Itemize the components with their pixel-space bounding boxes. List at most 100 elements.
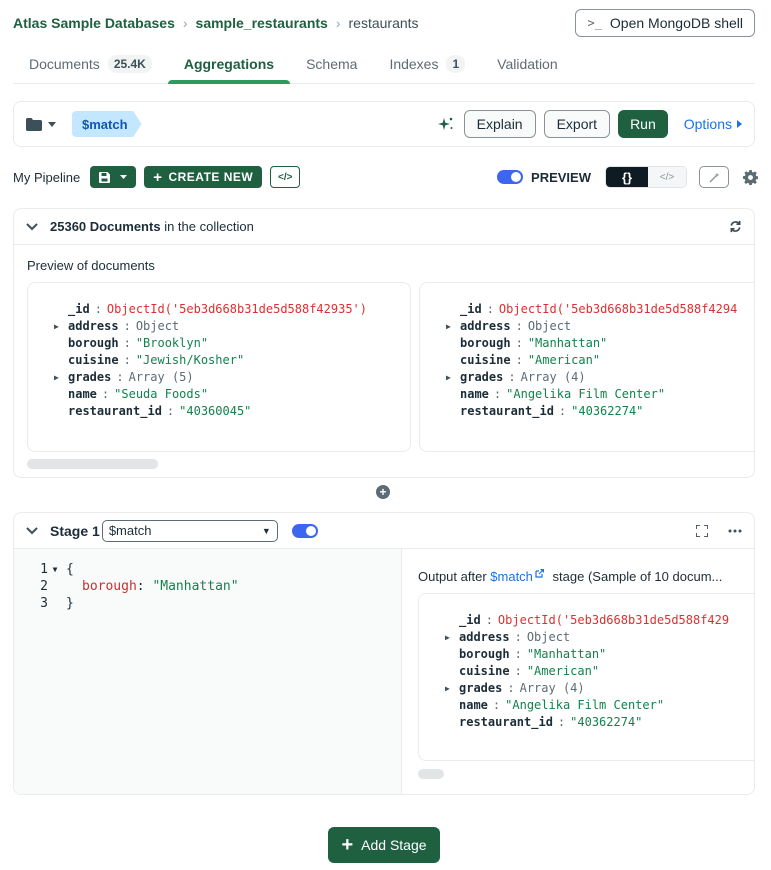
field-key: borough <box>460 336 511 350</box>
terminal-icon: >_ <box>587 16 602 30</box>
field-grades[interactable]: ▶ grades: Array (4) <box>445 680 754 697</box>
field-key: address <box>459 630 510 644</box>
field-address[interactable]: ▶ address: Object <box>446 318 754 335</box>
caret-right-icon[interactable]: ▶ <box>446 369 451 386</box>
stage-code-editor[interactable]: 1 ▼{ 2 borough: "Manhattan" 3} <box>14 549 402 794</box>
stage-operator-value: $match <box>108 523 152 538</box>
documents-count-badge: 25.4K <box>107 54 152 73</box>
document-card: _id: ObjectId('5eb3d668b31de5d588f4294 ▶ a… <box>419 282 754 452</box>
preview-toggle[interactable] <box>497 170 524 184</box>
output-document-card: _id: ObjectId('5eb3d668b31de5d588f429 ▶ ad… <box>418 593 754 761</box>
code-value: "Manhattan" <box>152 579 239 594</box>
refresh-icon[interactable] <box>729 220 742 233</box>
stage-1-card: Stage 1 $match ▼ 1 ▼ { 2 borough: "Manhatta… <box>13 512 755 795</box>
horizontal-scrollbar[interactable] <box>27 459 158 469</box>
line-number: 1 <box>40 562 48 577</box>
caret-right-icon[interactable]: ▶ <box>54 318 59 335</box>
fold-caret-icon[interactable]: ▼ <box>48 561 62 578</box>
output-link-label: $match <box>490 569 533 584</box>
chevron-down-icon[interactable] <box>26 222 38 231</box>
add-stage-button[interactable]: + Add Stage <box>328 827 440 863</box>
output-suffix: stage (Sample of 10 docum... <box>552 569 723 584</box>
collection-tabs: Documents 25.4K Aggregations Schema Inde… <box>13 44 755 84</box>
field-key: borough <box>68 336 119 350</box>
field-value: Array (4) <box>519 681 585 695</box>
create-new-pipeline-button[interactable]: + CREATE NEW <box>144 166 263 188</box>
field-key: _id <box>460 302 482 316</box>
tab-label: Validation <box>497 55 558 72</box>
field-grades[interactable]: ▶ grades: Array (4) <box>446 369 754 386</box>
caret-right-icon[interactable]: ▶ <box>445 629 450 646</box>
run-button[interactable]: Run <box>618 110 668 138</box>
stage-1-header: Stage 1 $match ▼ <box>14 513 754 549</box>
fullscreen-icon[interactable] <box>696 524 708 537</box>
field-restaurant-id: restaurant_id: "40360045" <box>68 404 252 418</box>
code-key: borough <box>82 579 137 594</box>
horizontal-scrollbar[interactable] <box>418 769 444 779</box>
field-key: borough <box>459 647 510 661</box>
field-value: Object <box>527 319 572 333</box>
match-docs-link[interactable]: $match <box>490 569 544 584</box>
code-text: { <box>66 562 74 577</box>
create-new-label: CREATE NEW <box>168 170 254 184</box>
options-label: Options <box>683 116 732 132</box>
field-id: _id: ObjectId('5eb3d668b31de5d588f4294 <box>460 302 738 316</box>
stage-view-button[interactable]: {} <box>606 167 648 187</box>
field-value: "Jewish/Kosher" <box>135 353 245 367</box>
preview-title: Preview of documents <box>27 258 155 273</box>
more-options-icon[interactable] <box>728 529 742 533</box>
tab-documents[interactable]: Documents 25.4K <box>13 44 168 83</box>
caret-right-icon[interactable]: ▶ <box>54 369 59 386</box>
field-value: Object <box>526 630 571 644</box>
collection-preview-card: 25360 Documents in the collection Previe… <box>13 208 755 478</box>
field-value: Array (5) <box>128 370 194 384</box>
field-value: Array (4) <box>520 370 586 384</box>
caret-right-icon[interactable]: ▶ <box>446 318 451 335</box>
field-grades[interactable]: ▶ grades: Array (5) <box>54 369 410 386</box>
field-key: _id <box>459 613 481 627</box>
text-view-button[interactable]: </> <box>648 167 686 187</box>
field-id: _id: ObjectId('5eb3d668b31de5d588f42935') <box>68 302 368 316</box>
sparkle-icon[interactable] <box>437 116 454 132</box>
field-key: restaurant_id <box>68 404 162 418</box>
stage-output-panel: Output after $match stage (Sample of 10 … <box>403 549 754 794</box>
code-icon: </> <box>278 171 293 183</box>
chevron-down-icon[interactable] <box>26 526 38 535</box>
stage-operator-select[interactable]: $match ▼ <box>101 519 278 542</box>
tab-indexes[interactable]: Indexes 1 <box>373 44 481 83</box>
field-address[interactable]: ▶ address: Object <box>445 629 754 646</box>
save-pipeline-button[interactable] <box>90 166 137 188</box>
saved-pipelines-button[interactable] <box>26 117 56 131</box>
stage-enabled-toggle[interactable] <box>291 523 318 538</box>
stage-chip-match[interactable]: $match <box>72 111 142 137</box>
collection-count-text: 25360 Documents in the collection <box>50 219 254 234</box>
breadcrumb-item-database[interactable]: sample_restaurants <box>196 15 328 31</box>
caret-down-icon <box>120 175 128 179</box>
field-borough: borough: "Brooklyn" <box>68 336 209 350</box>
tab-label: Aggregations <box>183 55 275 72</box>
plus-icon: + <box>341 834 354 856</box>
pipeline-stage-bar: $match Explain Export Run Options <box>13 101 755 147</box>
auto-preview-button[interactable] <box>699 166 729 188</box>
code-line: 2 borough: "Manhattan" <box>14 578 401 595</box>
explain-button[interactable]: Explain <box>463 110 536 138</box>
field-address[interactable]: ▶ address: Object <box>54 318 410 335</box>
field-restaurant-id: restaurant_id: "40362274" <box>459 715 643 729</box>
pipeline-name: My Pipeline <box>13 169 81 185</box>
add-stage-inline-button[interactable]: + <box>376 485 390 499</box>
breadcrumb-item-cluster[interactable]: Atlas Sample Databases <box>13 15 175 31</box>
tab-schema[interactable]: Schema <box>290 44 373 83</box>
field-value: "Brooklyn" <box>135 336 209 350</box>
caret-right-icon[interactable]: ▶ <box>445 680 450 697</box>
export-to-language-button[interactable]: </> <box>270 166 301 188</box>
collection-preview-header: 25360 Documents in the collection <box>14 209 754 245</box>
plus-circle-icon: + <box>379 485 387 499</box>
field-cuisine: cuisine: "American" <box>460 353 601 367</box>
open-shell-button[interactable]: >_ Open MongoDB shell <box>575 9 755 37</box>
tab-aggregations[interactable]: Aggregations <box>167 44 291 84</box>
export-button[interactable]: Export <box>543 110 611 138</box>
options-button[interactable]: Options <box>684 116 742 132</box>
tab-validation[interactable]: Validation <box>481 44 573 83</box>
settings-button[interactable] <box>743 169 758 185</box>
field-key: cuisine <box>459 664 510 678</box>
